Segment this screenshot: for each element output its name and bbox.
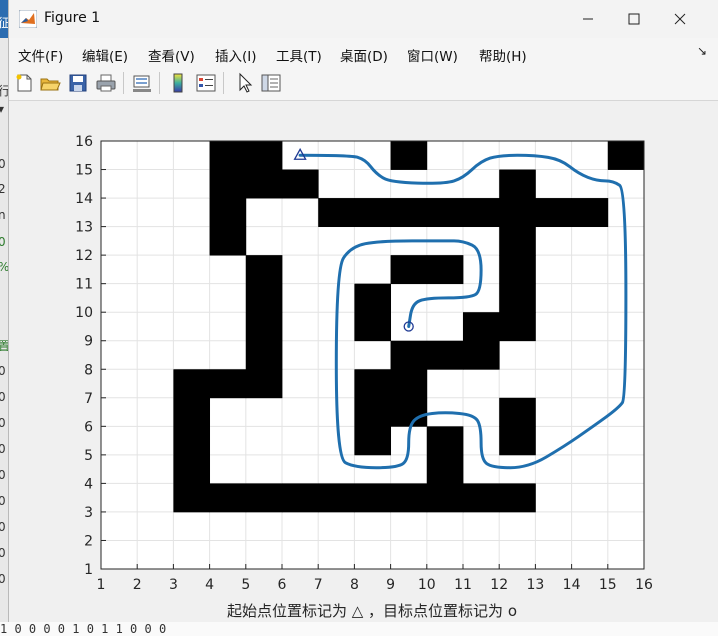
y-tick-label: 9 [84, 334, 93, 350]
obstacle-cell [173, 369, 210, 399]
x-tick-label: 16 [635, 577, 653, 593]
obstacle-cell [354, 283, 391, 313]
x-tick-label: 13 [526, 577, 544, 593]
x-tick-label: 6 [278, 577, 287, 593]
obstacle-cell [354, 397, 391, 427]
figure-window: Figure 1 文件(F) 编辑(E) 查看(V) 插入(I) 工具(T) 桌… [8, 0, 718, 622]
obstacle-cell [390, 141, 428, 170]
x-tick-label: 2 [133, 577, 142, 593]
obstacle-cell [245, 283, 283, 313]
obstacle-cell [209, 141, 247, 170]
obstacle-cell [173, 426, 210, 456]
y-tick-label: 6 [84, 419, 93, 435]
obstacle-cell [245, 141, 283, 170]
x-axis-label: 起始点位置标记为 △ ，目标点位置标记为 o [227, 602, 517, 620]
y-tick-label: 12 [75, 248, 93, 264]
obstacle-cell [390, 340, 428, 370]
obstacle-cell [173, 397, 210, 427]
obstacle-cell [499, 226, 536, 256]
obstacle-cell [390, 255, 428, 285]
x-tick-label: 8 [350, 577, 359, 593]
obstacle-cell [426, 198, 464, 227]
obstacle-cell [282, 483, 319, 513]
y-tick-label: 2 [84, 533, 93, 549]
obstacle-cell [245, 369, 283, 399]
obstacle-cell [426, 255, 464, 285]
obstacle-cell [354, 312, 391, 342]
x-tick-label: 11 [454, 577, 472, 593]
obstacle-cell [390, 369, 428, 399]
obstacle-cell [499, 397, 536, 427]
obstacle-cell [535, 198, 572, 227]
y-tick-label: 3 [84, 505, 93, 521]
x-tick-label: 15 [599, 577, 617, 593]
x-tick-label: 9 [386, 577, 395, 593]
x-tick-label: 1 [97, 577, 106, 593]
obstacle-cell [499, 312, 536, 342]
obstacle-cell [499, 426, 536, 456]
obstacle-cell [354, 426, 391, 456]
obstacle-cell [499, 283, 536, 313]
obstacle-cell [426, 454, 464, 484]
obstacle-cell [463, 340, 500, 370]
obstacle-cell [499, 483, 536, 513]
x-tick-label: 12 [490, 577, 508, 593]
obstacle-cell [245, 340, 283, 370]
obstacle-cell [463, 198, 500, 227]
obstacle-cell [390, 483, 428, 513]
y-tick-label: 16 [75, 134, 93, 150]
y-tick-label: 13 [75, 220, 93, 236]
obstacle-cell [354, 369, 391, 399]
plot-axes[interactable]: 1 2 3 4 5 6 7 8 9 10 11 12 13 14 15 1612345678910111213… [1, 0, 718, 636]
obstacle-cell [282, 169, 319, 199]
y-tick-label: 1 [84, 562, 93, 578]
obstacle-cell [209, 483, 247, 513]
obstacle-cell [426, 426, 464, 456]
obstacle-cell [245, 255, 283, 285]
obstacle-cell [571, 198, 609, 227]
obstacle-cell [173, 454, 210, 484]
x-tick-label: 10 [418, 577, 436, 593]
obstacle-cell [209, 169, 247, 199]
obstacle-cell [426, 483, 464, 513]
figure-canvas[interactable]: 1 2 3 4 5 6 7 8 9 10 11 12 13 14 15 16 1 2 3 4 5 6 7 8 9 10 11 12 13… [9, 101, 718, 622]
y-tick-label: 15 [75, 163, 93, 179]
obstacle-cell [390, 198, 428, 227]
obstacle-cell [499, 198, 536, 227]
y-tick-label: 8 [84, 362, 93, 378]
obstacle-cell [173, 483, 210, 513]
obstacle-cell [426, 340, 464, 370]
obstacle-cell [463, 483, 500, 513]
y-tick-label: 5 [84, 448, 93, 464]
obstacle-cell [209, 226, 247, 256]
x-tick-label: 14 [563, 577, 581, 593]
obstacle-cell [499, 255, 536, 285]
obstacle-cell [245, 312, 283, 342]
obstacle-cell [390, 397, 428, 427]
obstacle-cell [354, 198, 391, 227]
obstacle-cell [245, 169, 283, 199]
obstacle-cell [318, 198, 355, 227]
y-tick-label: 7 [84, 391, 93, 407]
obstacle-cell [354, 483, 391, 513]
obstacle-cell [245, 483, 283, 513]
y-tick-label: 14 [75, 191, 93, 207]
obstacle-cell [607, 141, 645, 170]
x-tick-label: 3 [169, 577, 178, 593]
obstacle-cell [463, 312, 500, 342]
obstacle-cell [499, 169, 536, 199]
obstacle-cell [209, 198, 247, 227]
y-tick-label: 10 [75, 305, 93, 321]
y-tick-label: 4 [84, 476, 93, 492]
obstacle-cell [318, 483, 355, 513]
y-tick-label: 11 [75, 277, 93, 293]
x-tick-label: 4 [205, 577, 214, 593]
obstacle-cell [209, 369, 247, 399]
x-tick-label: 7 [314, 577, 323, 593]
x-tick-label: 5 [241, 577, 250, 593]
